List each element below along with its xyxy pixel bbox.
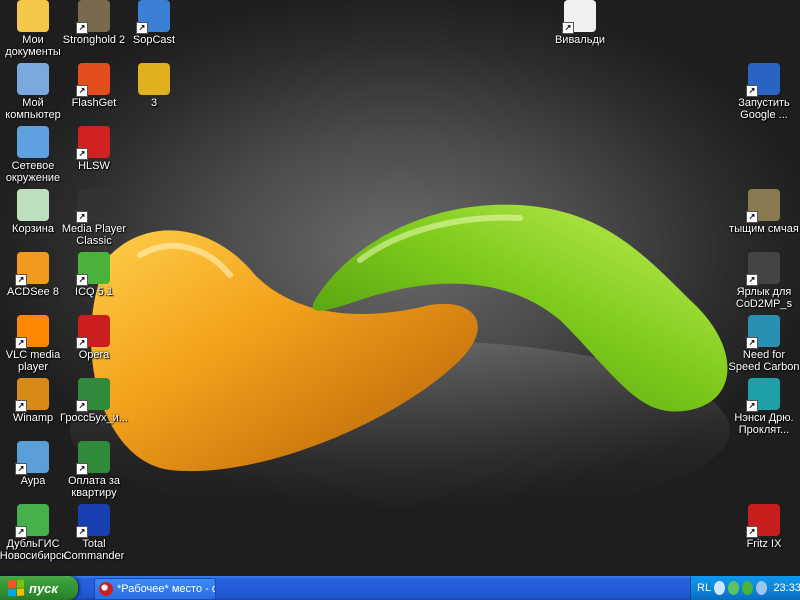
desktop-icon-label: ICQ 5.1: [75, 286, 113, 298]
media-file-icon: [138, 63, 170, 95]
desktop-icon-label: Ярлык для CoD2MP_s: [735, 286, 793, 310]
shortcut-arrow-icon: ↗: [746, 211, 758, 223]
cod2-icon: ↗: [746, 252, 780, 286]
language-indicator[interactable]: RL: [697, 582, 711, 594]
shortcut-arrow-icon: ↗: [136, 22, 148, 34]
desktop-icon-label: Вивальди: [554, 34, 606, 46]
desktop-icon-hlsw[interactable]: ↗ HLSW: [56, 126, 132, 172]
computer-icon: [17, 63, 49, 95]
shortcut-arrow-icon: ↗: [76, 400, 88, 412]
taskbar: пуск *Рабочее* место - о... RL 23:33: [0, 576, 800, 600]
desktop-icon-label: Media Player Classic: [61, 223, 127, 247]
shortcut-arrow-icon: ↗: [76, 274, 88, 286]
desktop-icon-label: Нэнси Дрю. Проклят...: [734, 412, 794, 436]
desktop-icon-opera[interactable]: ↗ Opera: [56, 315, 132, 361]
game-icon: ↗: [746, 189, 780, 223]
shortcut-arrow-icon: ↗: [562, 22, 574, 34]
shortcut-arrow-icon: ↗: [15, 463, 27, 475]
winamp-icon: ↗: [15, 378, 49, 412]
desktop-icon-nancy-drew[interactable]: ↗ Нэнси Дрю. Проклят...: [726, 378, 800, 436]
sopcast-icon: ↗: [136, 0, 170, 34]
desktop-icon-label: Fritz IX: [746, 538, 782, 550]
shortcut-arrow-icon: ↗: [15, 526, 27, 538]
shortcut-arrow-icon: ↗: [746, 337, 758, 349]
desktop-icon-grossbuh[interactable]: ↗ ГроссБух_и...: [56, 378, 132, 424]
windows-logo-icon: [8, 579, 24, 597]
shortcut-arrow-icon: ↗: [76, 337, 88, 349]
gis-icon: ↗: [15, 504, 49, 538]
desktop-icon-sopcast[interactable]: ↗ SopCast: [116, 0, 192, 46]
shortcut-arrow-icon: ↗: [746, 400, 758, 412]
shortcut-arrow-icon: ↗: [76, 211, 88, 223]
folder-icon: [17, 0, 49, 32]
start-button[interactable]: пуск: [0, 576, 78, 600]
icq-tray-icon[interactable]: [742, 581, 754, 595]
aura-icon: ↗: [15, 441, 49, 475]
desktop-icon-google-earth[interactable]: ↗ Запустить Google ...: [726, 63, 800, 121]
volume-icon[interactable]: [756, 581, 768, 595]
desktop-icon-label: Total Commander: [63, 538, 125, 562]
shortcut-arrow-icon: ↗: [15, 337, 27, 349]
desktop-icon-fritz[interactable]: ↗ Fritz IX: [726, 504, 800, 550]
hlsw-icon: ↗: [76, 126, 110, 160]
excel-icon: ↗: [76, 378, 110, 412]
fritz-icon: ↗: [746, 504, 780, 538]
document-icon: ↗: [562, 0, 596, 34]
shortcut-arrow-icon: ↗: [76, 463, 88, 475]
taskbar-window-button[interactable]: *Рабочее* место - о...: [94, 578, 216, 600]
opera-icon: [99, 582, 113, 596]
nfs-icon: ↗: [746, 315, 780, 349]
desktop-icon-nfs[interactable]: ↗ Need for Speed Carbon: [726, 315, 800, 373]
mpc-icon: ↗: [76, 189, 110, 223]
shortcut-arrow-icon: ↗: [746, 85, 758, 97]
desktop-icon-label: Оплата за квартиру: [67, 475, 121, 499]
acdsee-icon: ↗: [15, 252, 49, 286]
opera-icon: ↗: [76, 315, 110, 349]
network-icon: [17, 126, 49, 158]
google-earth-icon: ↗: [746, 63, 780, 97]
system-tray: RL 23:33: [690, 576, 800, 600]
shortcut-arrow-icon: ↗: [15, 274, 27, 286]
desktop-icon-label: Need for Speed Carbon: [728, 349, 800, 373]
desktop-icon-cod2mp[interactable]: ↗ Ярлык для CoD2MP_s: [726, 252, 800, 310]
desktop-icon-label: ГроссБух_и...: [60, 412, 128, 424]
desktop: Мои документы Мой компьютер Сетевое окруже…: [0, 0, 800, 576]
shortcut-arrow-icon: ↗: [15, 400, 27, 412]
taskbar-window-label: *Рабочее* место - о...: [117, 583, 215, 595]
at-icon[interactable]: [728, 581, 740, 595]
desktop-icon-label: SopCast: [132, 34, 176, 46]
start-label: пуск: [29, 580, 58, 596]
desktop-icon-label: Запустить Google ...: [738, 97, 790, 121]
desktop-icon-mpc[interactable]: ↗ Media Player Classic: [56, 189, 132, 247]
desktop-icon-icq[interactable]: ↗ ICQ 5.1: [56, 252, 132, 298]
desktop-icon-label: 3: [150, 97, 158, 109]
excel-icon: ↗: [76, 441, 110, 475]
clock[interactable]: 23:33: [773, 582, 800, 594]
total-commander-icon: ↗: [76, 504, 110, 538]
stronghold-icon: ↗: [76, 0, 110, 34]
desktop-icon-vivaldi[interactable]: ↗ Вивальди: [542, 0, 618, 46]
shortcut-arrow-icon: ↗: [76, 148, 88, 160]
shortcut-arrow-icon: ↗: [76, 22, 88, 34]
icq-icon: ↗: [76, 252, 110, 286]
shortcut-arrow-icon: ↗: [76, 85, 88, 97]
desktop-icon-label: Opera: [78, 349, 110, 361]
back-arrow-icon[interactable]: [714, 581, 726, 595]
desktop-icon-label: тыщим смчая: [729, 223, 799, 235]
shortcut-arrow-icon: ↗: [746, 274, 758, 286]
nancy-drew-icon: ↗: [746, 378, 780, 412]
desktop-icon-total-commander[interactable]: ↗ Total Commander: [56, 504, 132, 562]
flashget-icon: ↗: [76, 63, 110, 97]
shortcut-arrow-icon: ↗: [746, 526, 758, 538]
desktop-icon-label: HLSW: [78, 160, 110, 172]
desktop-icon-item-3[interactable]: 3: [116, 63, 192, 109]
recycle-bin-icon: [17, 189, 49, 221]
shortcut-arrow-icon: ↗: [76, 526, 88, 538]
vlc-icon: ↗: [15, 315, 49, 349]
desktop-icon-oplata[interactable]: ↗ Оплата за квартиру: [56, 441, 132, 499]
desktop-icon-tyschim[interactable]: ↗ тыщим смчая: [726, 189, 800, 235]
